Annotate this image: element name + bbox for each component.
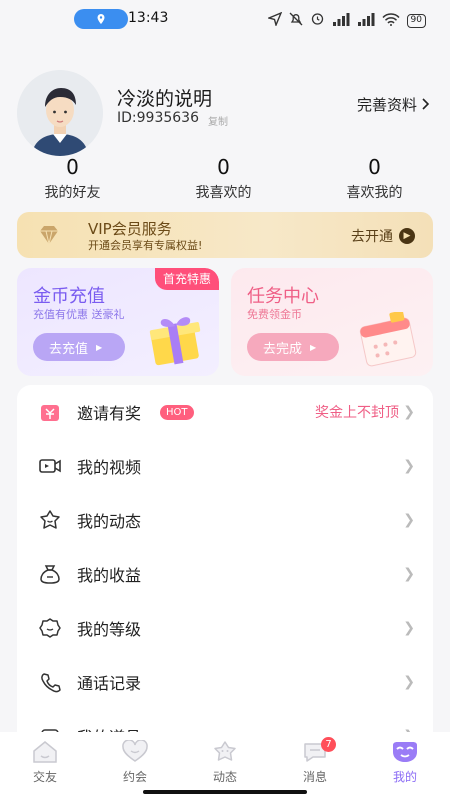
invite-bonus-text: 奖金上不封顶	[315, 405, 399, 421]
stat-liked-me[interactable]: 0 喜欢我的	[299, 154, 450, 202]
menu-item-label: 邀请有奖	[77, 404, 142, 423]
copy-id-button[interactable]: 复制	[208, 113, 228, 128]
vip-title: VIP会员服务	[88, 220, 172, 238]
money-bag-icon	[37, 561, 63, 587]
recharge-button-label: 去充值	[49, 341, 89, 357]
calendar-icon	[359, 312, 417, 367]
battery-indicator: 90	[406, 13, 426, 28]
chevron-right-icon: ❯	[403, 512, 415, 528]
stat-value: 0	[217, 155, 230, 179]
vip-open-button[interactable]: 去开通 ▶	[351, 226, 415, 246]
user-id: ID:9935636	[117, 110, 199, 126]
diamond-icon	[40, 226, 58, 245]
menu-item-label: 我的动态	[77, 512, 142, 531]
chevron-right-icon: ❯	[403, 566, 415, 582]
tab-mine[interactable]: 我的	[360, 732, 450, 800]
home-indicator	[143, 790, 307, 794]
moment-icon	[210, 738, 240, 766]
menu-list: 邀请有奖 HOT 奖金上不封顶 ❯ 我的视频 ❯ 我的动态 ❯ 我的收益 ❯ 我…	[17, 385, 433, 745]
complete-task-button[interactable]: 去完成 ▶	[247, 333, 339, 361]
tab-friends[interactable]: 交友	[0, 732, 90, 800]
edit-profile-button[interactable]: 完善资料	[357, 94, 430, 115]
chevron-right-circle-icon: ▶	[399, 228, 415, 244]
stat-friends[interactable]: 0 我的好友	[0, 154, 148, 202]
task-card-subtitle: 免费领金币	[247, 308, 302, 321]
coin-recharge-card[interactable]: 首充特惠 金币充值 充值有优惠 送豪礼 去充值 ▶	[17, 268, 219, 376]
stat-value: 0	[66, 155, 79, 179]
stat-my-likes[interactable]: 0 我喜欢的	[148, 154, 299, 202]
task-center-card[interactable]: 任务中心 免费领金币 去完成 ▶	[231, 268, 433, 376]
menu-item-videos[interactable]: 我的视频 ❯	[17, 439, 433, 493]
badge-icon	[37, 615, 63, 641]
mute-bell-icon	[289, 11, 303, 30]
task-card-title: 任务中心	[247, 286, 319, 307]
signal-icon-2	[357, 11, 375, 30]
user-name: 冷淡的说明	[117, 88, 213, 110]
tab-label: 约会	[122, 770, 147, 784]
chevron-right-icon: ❯	[403, 674, 415, 690]
menu-item-label: 我的收益	[77, 566, 142, 585]
location-pill	[74, 9, 128, 29]
tab-label: 消息	[302, 770, 327, 784]
stat-label: 我喜欢的	[195, 185, 252, 201]
stats-row: 0 我的好友 0 我喜欢的 0 喜欢我的	[0, 154, 450, 202]
navigation-icon	[266, 11, 282, 30]
chevron-right-icon: ❯	[403, 404, 415, 420]
stat-label: 我的好友	[44, 185, 101, 201]
menu-item-level[interactable]: 我的等级 ❯	[17, 601, 433, 655]
menu-item-earnings[interactable]: 我的收益 ❯	[17, 547, 433, 601]
wifi-icon	[382, 11, 400, 30]
menu-item-moments[interactable]: 我的动态 ❯	[17, 493, 433, 547]
chevron-right-icon: ❯	[403, 620, 415, 636]
menu-item-label: 通话记录	[77, 674, 142, 693]
chevron-right-icon: ❯	[403, 458, 415, 474]
phone-icon	[37, 669, 63, 695]
menu-item-invite[interactable]: 邀请有奖 HOT 奖金上不封顶 ❯	[17, 385, 433, 439]
stat-value: 0	[368, 155, 381, 179]
gift-icon	[149, 317, 201, 366]
video-icon	[37, 453, 63, 479]
home-icon	[30, 738, 60, 766]
gift-box-icon	[37, 399, 63, 425]
play-arrow-icon: ▶	[310, 342, 317, 352]
tab-label: 交友	[32, 770, 57, 784]
recharge-button[interactable]: 去充值 ▶	[33, 333, 125, 361]
mine-icon	[390, 738, 420, 766]
complete-task-label: 去完成	[263, 341, 303, 357]
menu-item-label: 我的视频	[77, 458, 142, 477]
vip-subtitle: 开通会员享有专属权益!	[88, 239, 203, 252]
menu-item-label: 我的等级	[77, 620, 142, 639]
avatar[interactable]	[17, 70, 103, 156]
heart-icon	[120, 738, 150, 766]
coin-card-subtitle: 充值有优惠 送豪礼	[33, 308, 125, 321]
location-icon	[97, 14, 105, 24]
tab-label: 我的	[392, 770, 417, 784]
alarm-icon	[310, 11, 325, 30]
stat-label: 喜欢我的	[346, 185, 403, 201]
status-time: 13:43	[128, 10, 169, 26]
chevron-right-icon	[421, 96, 430, 114]
tab-label: 动态	[212, 770, 237, 784]
signal-icon	[332, 11, 350, 30]
vip-open-label: 去开通	[351, 229, 393, 245]
first-recharge-badge: 首充特惠	[154, 268, 219, 290]
hot-badge: HOT	[160, 404, 194, 420]
edit-profile-label: 完善资料	[356, 96, 417, 114]
status-bar: 13:43 90	[0, 0, 450, 38]
star-face-icon	[37, 507, 63, 533]
unread-badge: 7	[321, 737, 336, 752]
play-arrow-icon: ▶	[96, 342, 103, 352]
coin-card-title: 金币充值	[33, 286, 105, 307]
vip-banner[interactable]: VIP会员服务 开通会员享有专属权益! 去开通 ▶	[17, 212, 433, 258]
menu-item-call-history[interactable]: 通话记录 ❯	[17, 655, 433, 709]
